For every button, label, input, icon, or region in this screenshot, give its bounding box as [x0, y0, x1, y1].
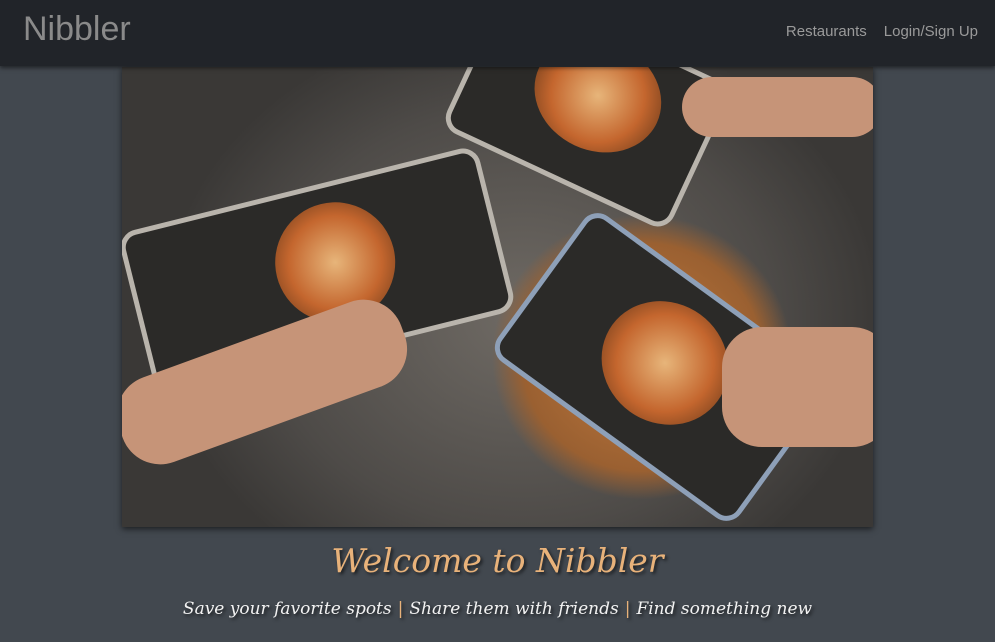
tagline: Save your favorite spots | Share them with…: [0, 599, 995, 619]
brand-logo[interactable]: Nibbler: [23, 10, 131, 49]
hand: [682, 77, 873, 137]
nav-link-restaurants[interactable]: Restaurants: [786, 23, 867, 40]
separator: |: [397, 599, 404, 619]
welcome-title: Welcome to Nibbler: [331, 541, 664, 580]
hand: [722, 327, 873, 447]
hero-image: [122, 67, 873, 527]
tagline-1: Save your favorite spots: [182, 599, 392, 619]
nav-links: Restaurants Login/Sign Up: [786, 23, 978, 40]
nav-link-login-signup[interactable]: Login/Sign Up: [884, 23, 978, 40]
separator: |: [624, 599, 631, 619]
navbar: Nibbler Restaurants Login/Sign Up: [0, 0, 995, 66]
tagline-3: Find something new: [636, 599, 813, 619]
tagline-2: Share them with friends: [409, 599, 619, 619]
